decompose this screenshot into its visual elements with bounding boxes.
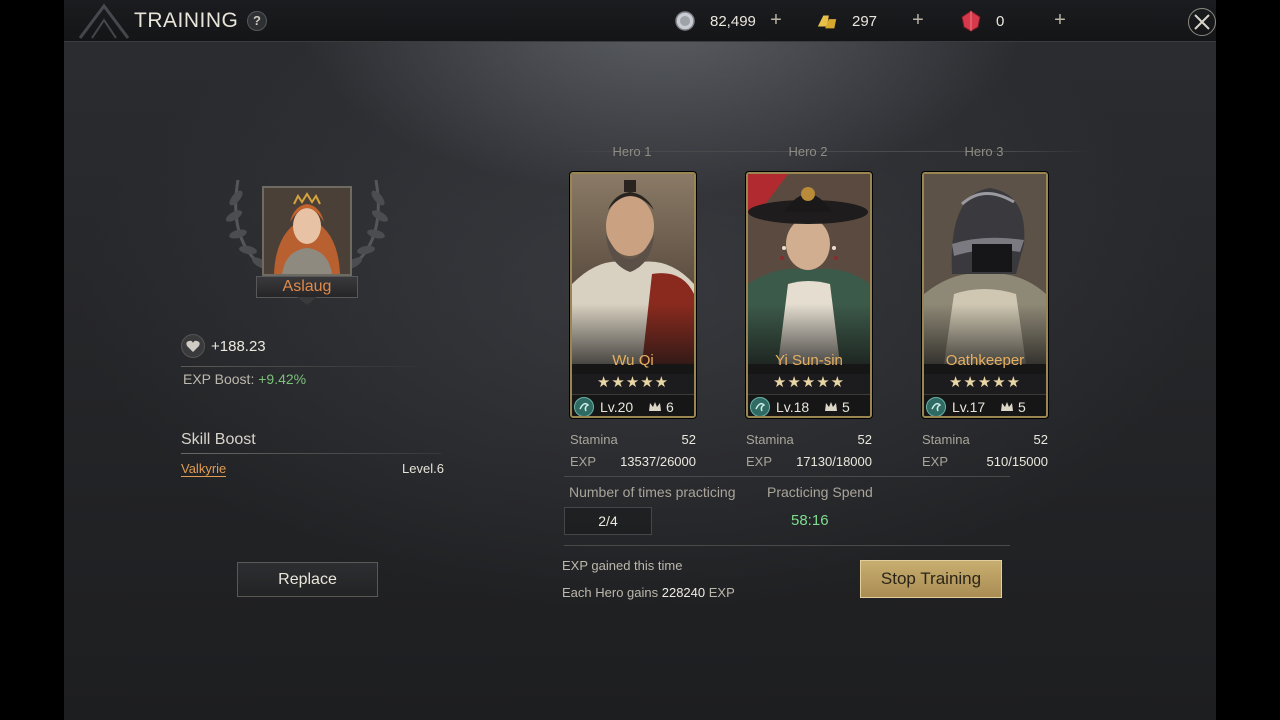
exp-gained-label: EXP gained this time <box>562 558 683 573</box>
practice-times-label: Number of times practicing <box>569 484 736 500</box>
gold-amount: 297 <box>852 12 878 30</box>
stamina-label: Stamina <box>922 432 970 447</box>
stamina-value: 52 <box>681 432 696 447</box>
hero-rank: 5 <box>1018 399 1026 415</box>
star-rating: ★★★★★ <box>596 374 670 391</box>
skill-link-valkyrie[interactable]: Valkyrie <box>181 461 227 477</box>
silver-resource: 82,499 <box>674 10 770 32</box>
stamina-label: Stamina <box>570 432 618 447</box>
hero-level: Lv.17 <box>952 399 986 415</box>
stop-training-button[interactable]: Stop Training <box>860 560 1002 598</box>
divider <box>181 366 431 367</box>
hero-card-wu-qi[interactable]: Wu Qi ★★★★★ Lv.20 6 <box>570 172 696 418</box>
heart-icon <box>181 334 205 358</box>
right-letterbox <box>1216 0 1280 720</box>
gold-resource: 297 <box>816 10 912 32</box>
close-button[interactable] <box>1188 8 1216 36</box>
each-hero-gains: Each Hero gains 228240 EXP <box>562 585 735 600</box>
add-silver-button[interactable]: + <box>766 10 786 31</box>
hero-level: Lv.18 <box>776 399 810 415</box>
replace-button[interactable]: Replace <box>237 562 378 597</box>
practice-times-value: 2/4 <box>564 507 652 535</box>
star-rating: ★★★★★ <box>772 374 846 391</box>
add-gem-button[interactable]: + <box>1050 10 1070 31</box>
exp-value: 17130/18000 <box>796 454 872 469</box>
add-gold-button[interactable]: + <box>908 10 928 31</box>
exp-boost: EXP Boost: +9.42% <box>183 371 306 387</box>
card-footer: Lv.18 5 <box>748 394 870 416</box>
name-plate-tip <box>297 297 317 305</box>
crown-icon <box>1001 402 1013 411</box>
hero-3-header: Hero 3 <box>964 144 1004 159</box>
hero-2-header: Hero 2 <box>788 144 828 159</box>
hero-card-oathkeeper[interactable]: Oathkeeper ★★★★★ Lv.17 5 <box>922 172 1048 418</box>
hero-name: Yi Sun-sin <box>775 352 843 369</box>
stamina-label: Stamina <box>746 432 794 447</box>
class-emblem-icon <box>926 397 946 416</box>
exp-boost-value: +9.42% <box>258 371 307 387</box>
power-stat: +188.23 <box>181 334 266 358</box>
hero-rank: 5 <box>842 399 850 415</box>
class-emblem-icon <box>574 397 594 416</box>
hero-name: Oathkeeper <box>945 352 1025 369</box>
hero-1-header: Hero 1 <box>612 144 652 159</box>
skill-boost-title: Skill Boost <box>181 431 256 448</box>
left-letterbox <box>0 0 64 720</box>
each-gains-value: 228240 <box>661 585 706 600</box>
exp-label: EXP <box>922 454 949 469</box>
exp-value: 13537/26000 <box>620 454 696 469</box>
help-button[interactable]: ? <box>247 11 267 31</box>
hero-rank: 6 <box>666 399 674 415</box>
crown-icon <box>825 402 837 411</box>
ruby-gem-icon <box>960 10 982 32</box>
power-value: +188.23 <box>211 337 266 355</box>
page-title: TRAINING <box>134 9 239 32</box>
crown-icon <box>649 402 661 411</box>
card-footer: Lv.20 6 <box>572 394 694 416</box>
hero-name: Wu Qi <box>612 352 654 369</box>
exp-label: EXP <box>746 454 773 469</box>
gem-amount: 0 <box>996 12 1005 30</box>
card-footer: Lv.17 5 <box>924 394 1046 416</box>
exp-boost-label: EXP Boost: <box>183 371 259 387</box>
exp-value: 510/15000 <box>986 454 1048 469</box>
silver-amount: 82,499 <box>710 12 756 30</box>
emblem-icon <box>78 3 130 39</box>
skill-level: Level.6 <box>402 461 444 476</box>
top-bar: TRAINING ? 82,499 + 297 + 0 + <box>64 0 1216 42</box>
stamina-value: 52 <box>857 432 872 447</box>
divider <box>181 453 441 454</box>
commander-portrait-frame[interactable]: Aslaug <box>212 160 402 310</box>
gem-resource: 0 <box>960 10 1056 32</box>
hero-level: Lv.20 <box>600 399 634 415</box>
each-gains-suffix: EXP <box>705 585 735 600</box>
divider <box>564 476 1010 477</box>
stamina-value: 52 <box>1033 432 1048 447</box>
hero-card-yi-sun-sin[interactable]: Yi Sun-sin ★★★★★ Lv.18 5 <box>746 172 872 418</box>
commander-portrait <box>262 186 352 276</box>
silver-coin-icon <box>674 10 696 32</box>
gold-bars-icon <box>816 10 838 32</box>
commander-name: Aslaug <box>256 276 358 298</box>
exp-label: EXP <box>570 454 597 469</box>
divider <box>564 545 1010 546</box>
close-icon <box>1194 14 1210 30</box>
practice-spend-label: Practicing Spend <box>767 484 873 500</box>
class-emblem-icon <box>750 397 770 416</box>
star-rating: ★★★★★ <box>948 374 1022 391</box>
practice-spend-timer: 58:16 <box>791 512 829 529</box>
each-gains-prefix: Each Hero gains <box>562 585 662 600</box>
